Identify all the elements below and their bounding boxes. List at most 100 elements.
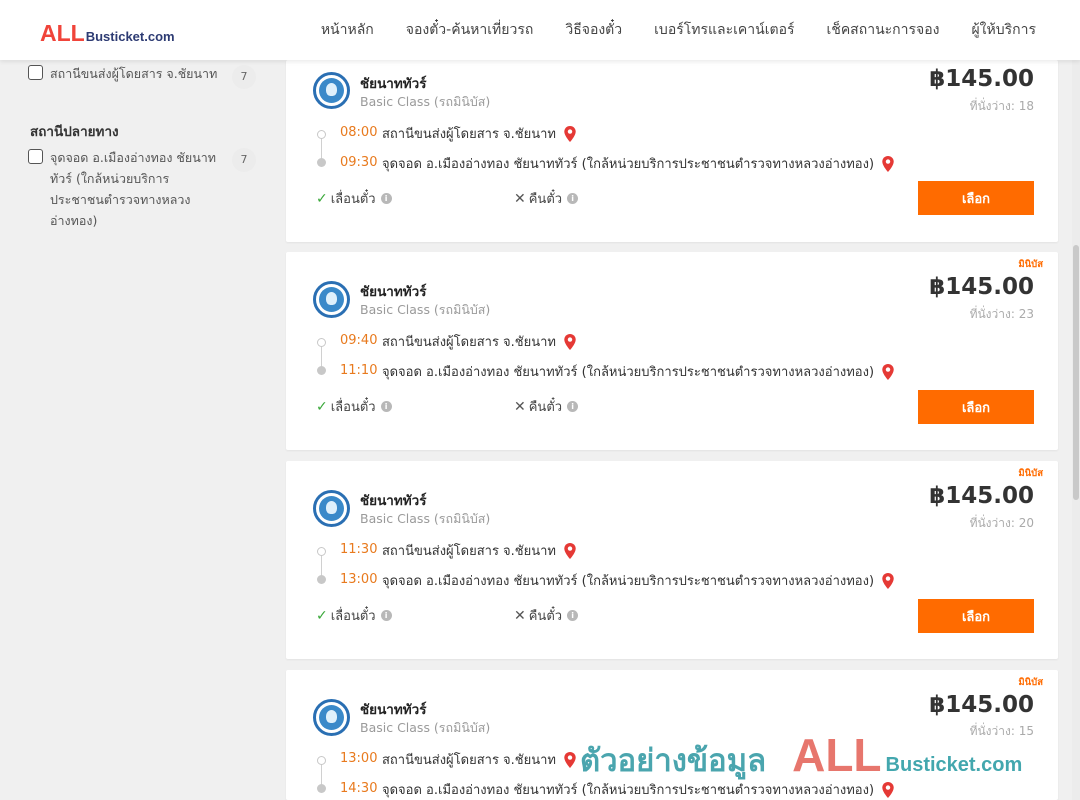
site-logo[interactable]: ALL Busticket.com <box>40 20 175 47</box>
arrival-stop-name: จุดจอด อ.เมืองอ่างทอง ชัยนาททัวร์ (ใกล้ห… <box>382 783 875 798</box>
destination-filter-label: จุดจอด อ.เมืองอ่างทอง ชัยนาททัวร์ (ใกล้ห… <box>50 150 217 228</box>
departure-stop: สถานีขนส่งผู้โดยสาร จ.ชัยนาท <box>382 540 578 561</box>
trip-card: มินิบัส ชัยนาททัวร์ Basic Class (รถมินิบ… <box>286 252 1058 450</box>
info-icon[interactable]: i <box>380 610 392 621</box>
arrival-dot <box>317 158 326 167</box>
departure-stop: สถานีขนส่งผู้โดยสาร จ.ชัยนาท <box>382 331 578 352</box>
arrival-stop: จุดจอด อ.เมืองอ่างทอง ชัยนาททัวร์ (ใกล้ห… <box>382 361 896 382</box>
check-icon: ✓ <box>316 607 328 624</box>
departure-stop: สถานีขนส่งผู้โดยสาร จ.ชัยนาท <box>382 749 578 770</box>
arrival-time: 14:30 <box>340 781 378 796</box>
map-pin-icon[interactable] <box>562 333 578 351</box>
map-pin-icon[interactable] <box>880 155 896 173</box>
map-pin-icon[interactable] <box>562 542 578 560</box>
page-scrollbar-thumb[interactable] <box>1073 245 1079 500</box>
departure-dot <box>317 756 326 765</box>
filter-sidebar: สถานีขนส่งผู้โดยสาร จ.ชัยนาท 7 สถานีปลาย… <box>0 60 270 800</box>
reschedule-feature: ✓ เลื่อนตั๋ว i <box>316 188 392 209</box>
trip-card: มินิบัส ชัยนาททัวร์ Basic Class (รถมินิบ… <box>286 461 1058 659</box>
departure-time: 13:00 <box>340 751 378 766</box>
destination-filter-checkbox[interactable] <box>28 149 43 164</box>
select-trip-button[interactable]: เลือก <box>918 181 1034 215</box>
info-icon[interactable]: i <box>380 401 392 412</box>
bus-class: Basic Class (รถมินิบัส) <box>360 302 491 317</box>
cross-icon: ✕ <box>514 398 526 415</box>
info-icon[interactable]: i <box>567 193 579 204</box>
timeline-line <box>321 346 322 368</box>
operator-logo <box>313 699 350 736</box>
timeline-line <box>321 764 322 786</box>
minibus-tag: มินิบัส <box>1018 259 1043 270</box>
origin-filter-item[interactable]: สถานีขนส่งผู้โดยสาร จ.ชัยนาท 7 <box>28 63 256 89</box>
map-pin-icon[interactable] <box>880 363 896 381</box>
origin-filter-label: สถานีขนส่งผู้โดยสาร จ.ชัยนาท <box>50 66 218 81</box>
nav-operators[interactable]: ผู้ให้บริการ <box>955 19 1052 41</box>
origin-filter-checkbox[interactable] <box>28 65 43 80</box>
trip-card: ชัยนาททัวร์ Basic Class (รถมินิบัส) ฿145… <box>286 60 1058 242</box>
site-header: ALL Busticket.com หน้าหลัก จองตั๋ว-ค้นหา… <box>0 0 1080 60</box>
operator-name: ชัยนาททัวร์ <box>360 284 427 300</box>
departure-stop: สถานีขนส่งผู้โดยสาร จ.ชัยนาท <box>382 123 578 144</box>
main-nav: หน้าหลัก จองตั๋ว-ค้นหาเที่ยวรถ วิธีจองตั… <box>305 0 1052 60</box>
bus-class: Basic Class (รถมินิบัส) <box>360 94 491 109</box>
destination-filter-count: 7 <box>232 148 256 172</box>
departure-dot <box>317 547 326 556</box>
refund-label: คืนตั๋ว <box>528 192 563 207</box>
trip-price: ฿145.00 <box>929 692 1034 718</box>
nav-home[interactable]: หน้าหลัก <box>305 19 390 41</box>
operator-logo <box>313 281 350 318</box>
info-icon[interactable]: i <box>380 193 392 204</box>
cross-icon: ✕ <box>514 607 526 624</box>
info-icon[interactable]: i <box>567 610 579 621</box>
map-pin-icon[interactable] <box>880 781 896 799</box>
arrival-stop: จุดจอด อ.เมืองอ่างทอง ชัยนาททัวร์ (ใกล้ห… <box>382 779 896 800</box>
info-icon[interactable]: i <box>567 401 579 412</box>
refund-label: คืนตั๋ว <box>528 400 563 415</box>
cross-icon: ✕ <box>514 190 526 207</box>
arrival-stop-name: จุดจอด อ.เมืองอ่างทอง ชัยนาททัวร์ (ใกล้ห… <box>382 365 875 380</box>
operator-name: ชัยนาททัวร์ <box>360 702 427 718</box>
seats-available: ที่นั่งว่าง: 23 <box>969 307 1034 321</box>
arrival-dot <box>317 784 326 793</box>
destination-filter-item[interactable]: จุดจอด อ.เมืองอ่างทอง ชัยนาททัวร์ (ใกล้ห… <box>28 147 256 231</box>
origin-filter-count: 7 <box>232 65 256 89</box>
departure-dot <box>317 130 326 139</box>
refund-feature: ✕ คืนตั๋ว i <box>514 396 579 417</box>
reschedule-label: เลื่อนตั๋ว <box>330 400 376 415</box>
reschedule-feature: ✓ เลื่อนตั๋ว i <box>316 396 392 417</box>
arrival-dot <box>317 575 326 584</box>
arrival-stop: จุดจอด อ.เมืองอ่างทอง ชัยนาททัวร์ (ใกล้ห… <box>382 570 896 591</box>
refund-feature: ✕ คืนตั๋ว i <box>514 605 579 626</box>
operator-logo <box>313 490 350 527</box>
reschedule-label: เลื่อนตั๋ว <box>330 609 376 624</box>
departure-time: 09:40 <box>340 333 378 348</box>
arrival-stop: จุดจอด อ.เมืองอ่างทอง ชัยนาททัวร์ (ใกล้ห… <box>382 153 896 174</box>
arrival-time: 09:30 <box>340 155 378 170</box>
reschedule-label: เลื่อนตั๋ว <box>330 192 376 207</box>
nav-book-search[interactable]: จองตั๋ว-ค้นหาเที่ยวรถ <box>390 19 550 41</box>
timeline-line <box>321 138 322 160</box>
bus-class: Basic Class (รถมินิบัส) <box>360 720 491 735</box>
nav-booking-status[interactable]: เช็คสถานะการจอง <box>811 19 956 41</box>
departure-time: 11:30 <box>340 542 378 557</box>
select-trip-button[interactable]: เลือก <box>918 390 1034 424</box>
map-pin-icon[interactable] <box>562 751 578 769</box>
nav-how-to-book[interactable]: วิธีจองตั๋ว <box>549 19 638 41</box>
trip-price: ฿145.00 <box>929 274 1034 300</box>
operator-name: ชัยนาททัวร์ <box>360 76 427 92</box>
map-pin-icon[interactable] <box>880 572 896 590</box>
operator-name: ชัยนาททัวร์ <box>360 493 427 509</box>
bus-class: Basic Class (รถมินิบัส) <box>360 511 491 526</box>
departure-stop-name: สถานีขนส่งผู้โดยสาร จ.ชัยนาท <box>382 544 557 559</box>
nav-contacts-counters[interactable]: เบอร์โทรและเคาน์เตอร์ <box>638 19 810 41</box>
destination-filter-heading: สถานีปลายทาง <box>30 124 119 140</box>
map-pin-icon[interactable] <box>562 125 578 143</box>
select-trip-button[interactable]: เลือก <box>918 599 1034 633</box>
seats-available: ที่นั่งว่าง: 20 <box>969 516 1034 530</box>
logo-busticket-text: Busticket.com <box>85 29 175 44</box>
minibus-tag: มินิบัส <box>1018 468 1043 479</box>
minibus-tag: มินิบัส <box>1018 677 1043 688</box>
departure-stop-name: สถานีขนส่งผู้โดยสาร จ.ชัยนาท <box>382 335 557 350</box>
refund-feature: ✕ คืนตั๋ว i <box>514 188 579 209</box>
seats-available: ที่นั่งว่าง: 15 <box>969 724 1034 738</box>
